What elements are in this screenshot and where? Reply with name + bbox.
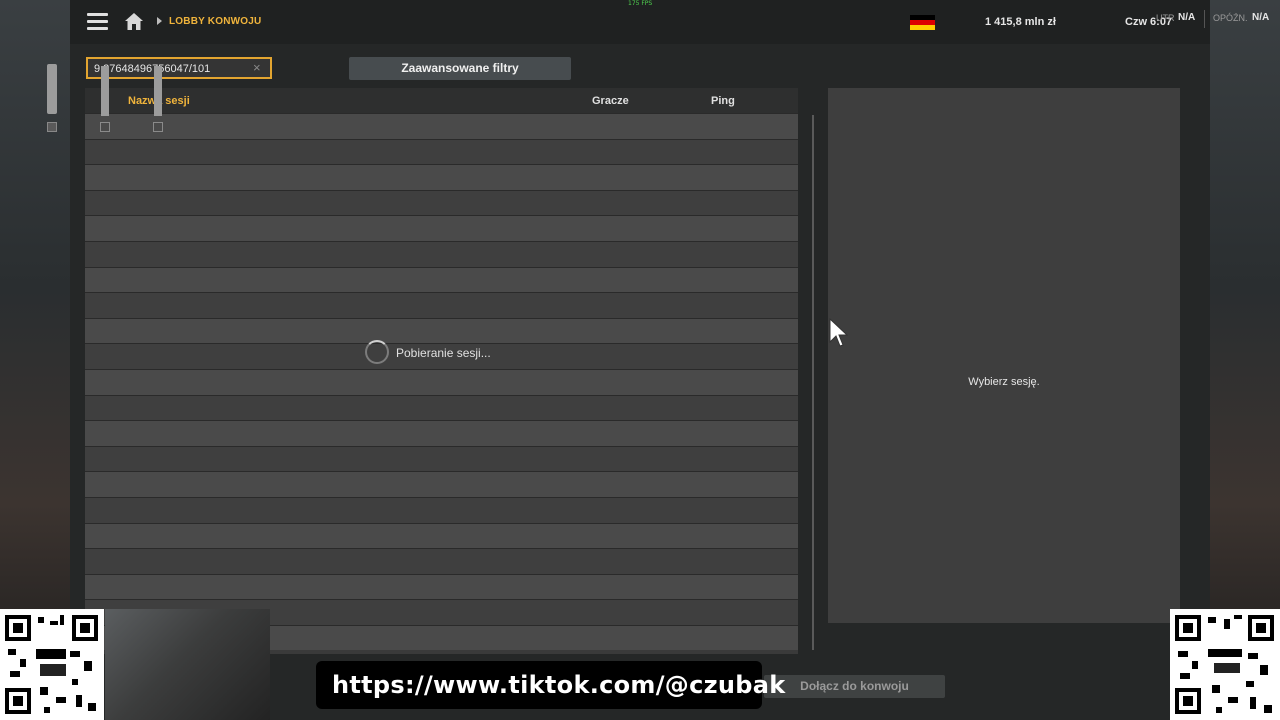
session-table: Nazwa sesji Gracze Ping (85, 88, 798, 654)
session-detail-panel: Wybierz sesję. (828, 88, 1180, 623)
table-row[interactable] (85, 496, 798, 523)
session-search[interactable]: × (86, 57, 272, 79)
delay-label: OPÓŹN. (1213, 13, 1248, 23)
breadcrumb[interactable]: LOBBY KONWOJU (169, 16, 261, 27)
qr-code-right (1170, 609, 1280, 720)
fps-counter: 175 FPS (628, 0, 653, 7)
delay-value: N/A (1252, 12, 1270, 23)
table-row[interactable] (85, 113, 798, 139)
session-list (85, 113, 798, 651)
table-row[interactable] (85, 394, 798, 421)
table-row[interactable] (85, 317, 798, 344)
column-ping[interactable]: Ping (711, 95, 735, 107)
money-balance: 1 415,8 mln zł (985, 16, 1056, 28)
qr-code-left (0, 609, 104, 720)
menu-icon[interactable] (87, 13, 108, 31)
germany-flag-icon (910, 15, 935, 30)
warning-icon (47, 64, 57, 114)
join-convoy-button[interactable]: Dołącz do konwoju (764, 675, 945, 698)
column-players[interactable]: Gracze (592, 95, 629, 107)
table-row[interactable] (85, 164, 798, 190)
table-row[interactable] (85, 573, 798, 600)
search-input[interactable] (94, 61, 254, 76)
table-row[interactable] (85, 368, 798, 395)
table-row[interactable] (85, 189, 798, 216)
filter-indicator-bar (101, 66, 109, 116)
table-row[interactable] (85, 522, 798, 549)
top-divider (1204, 10, 1205, 28)
table-row[interactable] (85, 548, 798, 574)
table-row[interactable] (85, 445, 798, 472)
table-row[interactable] (85, 420, 798, 446)
spinner-icon (365, 340, 389, 364)
tiktok-banner: https://www.tiktok.com/@czubak (316, 661, 785, 709)
breadcrumb-chevron-icon (157, 17, 162, 25)
net-value: N/A (1178, 12, 1196, 23)
filter-checkbox[interactable] (153, 122, 163, 132)
table-row[interactable] (85, 215, 798, 241)
tiktok-url: https://www.tiktok.com/@czubak (332, 671, 786, 699)
advanced-filters-button[interactable]: Zaawansowane filtry (349, 57, 571, 80)
warning-dot-icon (47, 122, 57, 132)
filter-indicator-bar (154, 66, 162, 116)
net-label: UTR (1156, 13, 1175, 23)
mouse-cursor-icon (829, 318, 849, 347)
home-icon[interactable] (124, 12, 144, 31)
table-header: Nazwa sesji Gracze Ping (85, 88, 798, 113)
loading-text: Pobieranie sesji... (396, 346, 491, 360)
filter-checkbox[interactable] (100, 122, 110, 132)
table-row[interactable] (85, 471, 798, 497)
clear-icon[interactable]: × (253, 61, 265, 75)
table-scrollbar[interactable] (812, 115, 814, 650)
detail-placeholder: Wybierz sesję. (968, 376, 1040, 388)
table-row[interactable] (85, 266, 798, 293)
webcam-feed (105, 609, 270, 720)
table-row[interactable] (85, 292, 798, 318)
table-row[interactable] (85, 138, 798, 165)
table-row[interactable] (85, 240, 798, 267)
